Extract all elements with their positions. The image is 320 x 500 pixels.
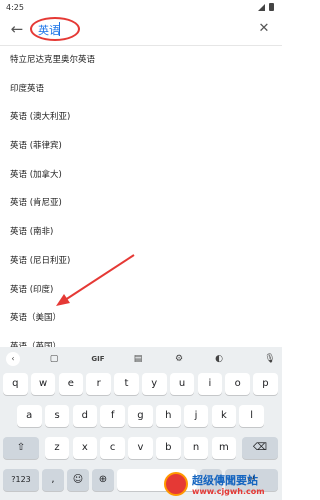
- chevron-left-icon[interactable]: ‹: [6, 352, 20, 366]
- emoji-key[interactable]: ☺: [67, 469, 89, 491]
- highlight-circle: [30, 17, 80, 41]
- gear-icon[interactable]: ⚙: [172, 352, 186, 366]
- key-p[interactable]: p: [253, 373, 278, 395]
- key-i[interactable]: i: [197, 373, 223, 395]
- key-e[interactable]: e: [58, 373, 84, 395]
- key-j[interactable]: j: [183, 405, 209, 427]
- keyboard-row-1: q w e r t y u i o p: [0, 373, 282, 395]
- watermark-name: 超级傳聞要站: [192, 474, 258, 487]
- list-item[interactable]: 英语 (肯尼亚): [0, 189, 282, 218]
- status-icons: [258, 3, 274, 11]
- keyboard-row-2: a s d f g h j k l: [0, 405, 282, 427]
- key-k[interactable]: k: [211, 405, 237, 427]
- status-bar: 4:25: [0, 0, 282, 14]
- key-h[interactable]: h: [156, 405, 181, 427]
- list-item[interactable]: 英语 (加拿大): [0, 161, 282, 190]
- key-g[interactable]: g: [128, 405, 153, 427]
- list-item[interactable]: 英语 (澳大利亚): [0, 103, 282, 132]
- key-c[interactable]: c: [100, 437, 125, 459]
- sticker-icon[interactable]: ▢: [48, 352, 60, 366]
- key-u[interactable]: u: [169, 373, 195, 395]
- language-list: 特立尼达克里奥尔英语 印度英语 英语 (澳大利亚) 英语 (菲律宾) 英语 (加…: [0, 46, 282, 362]
- list-item[interactable]: 印度英语: [0, 75, 282, 104]
- key-x[interactable]: x: [72, 437, 98, 459]
- key-t[interactable]: t: [114, 373, 139, 395]
- site-watermark: 超级傳聞要站 www.cjgwh.com: [162, 470, 282, 500]
- list-item[interactable]: 英语 (南非): [0, 218, 282, 247]
- signal-icon: [258, 3, 265, 11]
- key-n[interactable]: n: [183, 437, 209, 459]
- key-z[interactable]: z: [44, 437, 70, 459]
- key-v[interactable]: v: [128, 437, 153, 459]
- battery-icon: [269, 3, 274, 11]
- key-m[interactable]: m: [211, 437, 237, 459]
- keyboard-row-3: ⇧ z x c v b n m ⌫: [0, 437, 282, 459]
- shift-key[interactable]: ⇧: [3, 437, 39, 459]
- backspace-key[interactable]: ⌫: [242, 437, 278, 459]
- clipboard-icon[interactable]: ▤: [132, 352, 144, 366]
- list-item[interactable]: 英语 (印度): [0, 276, 282, 305]
- key-l[interactable]: l: [239, 405, 264, 427]
- key-q[interactable]: q: [3, 373, 28, 395]
- globe-key[interactable]: ⊕: [92, 469, 114, 491]
- comma-key[interactable]: ,: [42, 469, 64, 491]
- keyboard-toolbar: ‹ ▢ GIF ▤ ⚙ ◐ 🎙: [0, 347, 282, 371]
- clear-icon[interactable]: ✕: [255, 20, 273, 38]
- list-item[interactable]: 英语 (菲律宾): [0, 132, 282, 161]
- palette-icon[interactable]: ◐: [213, 352, 225, 366]
- gif-button[interactable]: GIF: [88, 352, 108, 366]
- watermark-url: www.cjgwh.com: [192, 487, 265, 496]
- back-arrow-icon[interactable]: ←: [8, 20, 26, 38]
- search-bar: ← ✕: [0, 14, 282, 46]
- key-d[interactable]: d: [72, 405, 98, 427]
- list-item-english-us[interactable]: 英语（美国）: [0, 304, 282, 333]
- key-a[interactable]: a: [17, 405, 42, 427]
- microphone-icon[interactable]: 🎙: [264, 352, 276, 366]
- list-item[interactable]: 特立尼达克里奥尔英语: [0, 46, 282, 75]
- key-b[interactable]: b: [156, 437, 181, 459]
- key-o[interactable]: o: [225, 373, 250, 395]
- watermark-logo-icon: [164, 472, 188, 496]
- symbols-key[interactable]: ?123: [3, 469, 39, 491]
- list-item[interactable]: 英语 (尼日利亚): [0, 247, 282, 276]
- key-w[interactable]: w: [30, 373, 56, 395]
- key-s[interactable]: s: [44, 405, 70, 427]
- key-y[interactable]: y: [142, 373, 167, 395]
- key-f[interactable]: f: [100, 405, 125, 427]
- key-r[interactable]: r: [86, 373, 111, 395]
- status-time: 4:25: [6, 3, 24, 12]
